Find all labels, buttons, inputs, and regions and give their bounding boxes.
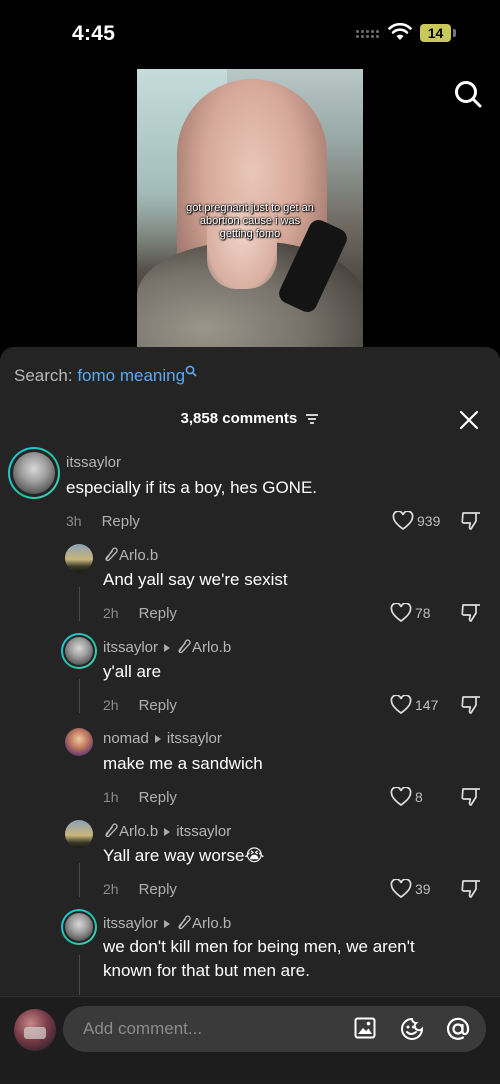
comment-username[interactable]: nomad itssaylor [103,730,222,747]
battery-tip [453,29,456,37]
avatar[interactable] [65,820,93,848]
dislike-icon[interactable] [460,786,482,808]
wifi-icon [388,23,412,40]
heart-icon [392,511,414,531]
thread-line [79,863,80,897]
comment-text: y'all are [103,662,162,681]
comment-meta: 1h Reply [103,789,177,806]
comments-sheet: Search: fomo meaning 3,858 comments itss… [0,347,500,1084]
comment-text: Yall are way worse😭 [103,846,265,865]
reply-button[interactable]: Reply [139,789,177,806]
reply-arrow-icon [164,643,171,652]
reply-button[interactable]: Reply [139,697,177,714]
cellular-signal-icon [356,30,380,42]
close-icon[interactable] [457,408,481,432]
reply-arrow-icon [154,734,161,743]
caption-line: getting fomo [219,228,281,240]
like-count: 39 [415,881,431,897]
reply-arrow-icon [164,919,171,928]
avatar[interactable] [65,728,93,756]
comment-time: 1h [103,789,119,805]
comment-username[interactable]: itssaylor [66,454,121,471]
like-button[interactable]: 939 [392,511,440,531]
search-suggestion-icon [185,365,197,377]
comment-text: we don't kill men for being men, we aren… [103,935,415,983]
at-icon[interactable] [445,1016,471,1042]
comment-username[interactable]: itssaylor Arlo.b [103,638,231,656]
avatar[interactable] [8,447,60,499]
image-icon[interactable] [353,1016,377,1040]
heart-icon [390,879,412,899]
like-button[interactable]: 39 [390,879,431,899]
dislike-icon[interactable] [460,510,482,532]
avatar[interactable] [65,544,93,572]
like-count: 8 [415,789,423,805]
comment-time: 2h [103,605,119,621]
paperclip-glyph [178,915,191,930]
video-player[interactable]: got pregnant just to get an abortion cau… [137,69,363,351]
status-bar: 4:45 14 [0,0,500,64]
avatar[interactable] [61,633,97,669]
thread-line [79,955,80,995]
reply-button[interactable]: Reply [139,881,177,898]
comment-username[interactable]: itssaylor Arlo.b [103,914,231,932]
comment-meta: 2h Reply [103,605,177,622]
comment-composer: Add comment... [0,996,500,1084]
comment-meta: 2h Reply [103,881,177,898]
reply-button[interactable]: Reply [139,605,177,622]
comment-username[interactable]: Arlo.b itssaylor [103,822,231,840]
add-comment-input[interactable]: Add comment... [63,1006,486,1052]
paperclip-glyph [178,639,191,654]
like-button[interactable]: 78 [390,603,431,623]
search-suggestion-query[interactable]: fomo meaning [77,366,185,385]
comment-text: And yall say we're sexist [103,570,288,589]
heart-icon [390,695,412,715]
comments-count-header[interactable]: 3,858 comments [0,410,500,427]
comments-count: 3,858 comments [180,410,298,427]
dislike-icon[interactable] [460,878,482,900]
current-user-avatar[interactable] [14,1009,56,1051]
search-icon[interactable] [452,78,484,110]
battery-indicator: 14 [420,24,451,42]
comment-time: 2h [103,697,119,713]
caption-line: abortion cause i was [199,215,301,227]
filter-icon[interactable] [305,413,319,425]
comment-time: 2h [103,881,119,897]
reply-button[interactable]: Reply [102,513,140,530]
emoji-icon[interactable] [399,1016,425,1042]
search-suggestion-prefix: Search: [14,366,78,385]
thread-line [79,587,80,621]
dislike-icon[interactable] [460,602,482,624]
comment-meta: 2h Reply [103,697,177,714]
paperclip-glyph [105,547,118,562]
like-button[interactable]: 147 [390,695,438,715]
video-caption: got pregnant just to get an abortion cau… [137,202,363,241]
comment-meta: 3h Reply [66,513,140,530]
thread-line [79,679,80,713]
dislike-icon[interactable] [460,694,482,716]
add-comment-placeholder: Add comment... [83,1019,203,1038]
paperclip-glyph [105,823,118,838]
comment-text-line: known for that but men are. [103,961,310,980]
comment-text-line: we don't kill men for being men, we aren… [103,937,415,956]
status-time: 4:45 [72,22,116,45]
comment-text: make me a sandwich [103,754,263,773]
avatar[interactable] [61,909,97,945]
reply-arrow-icon [164,827,171,836]
like-count: 78 [415,605,431,621]
like-count: 147 [415,697,439,713]
search-suggestion[interactable]: Search: fomo meaning [14,365,197,386]
comment-time: 3h [66,513,82,529]
comment-text: especially if its a boy, hes GONE. [66,478,318,497]
comment-username[interactable]: Arlo.b [103,546,158,564]
heart-icon [390,603,412,623]
caption-line: got pregnant just to get an [186,202,314,214]
heart-icon [390,787,412,807]
like-button[interactable]: 8 [390,787,423,807]
like-count: 939 [417,513,441,529]
